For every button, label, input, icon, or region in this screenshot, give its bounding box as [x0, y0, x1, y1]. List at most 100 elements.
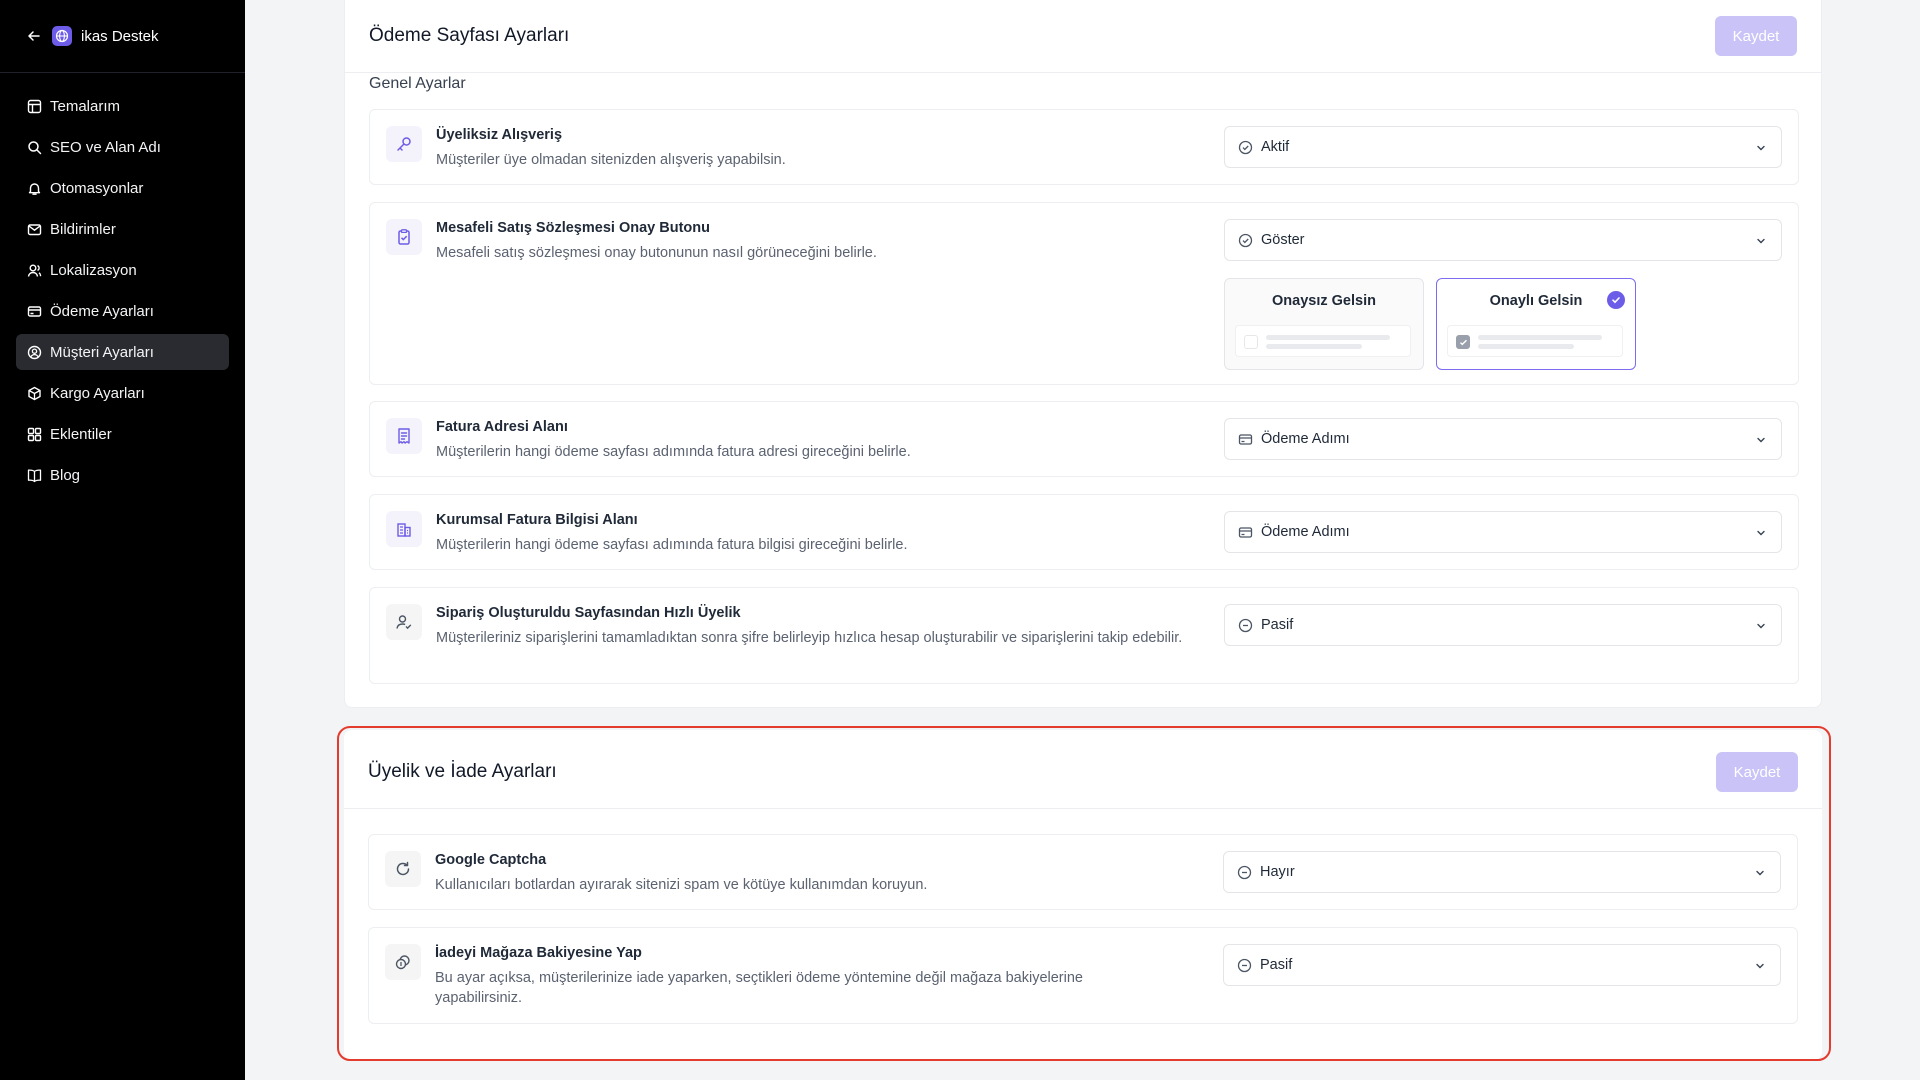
setting-description: Kullanıcıları botlardan ayırarak siteniz… — [435, 877, 928, 893]
save-button[interactable]: Kaydet — [1716, 752, 1798, 792]
sidebar-item-shipping-settings[interactable]: Kargo Ayarları — [16, 375, 229, 411]
setting-row-google-captcha: Google Captcha Kullanıcıları botlardan a… — [368, 834, 1798, 910]
sidebar-item-payment-settings[interactable]: Ödeme Ayarları — [16, 293, 229, 329]
setting-title: Fatura Adresi Alanı — [436, 419, 568, 435]
bell-icon — [26, 180, 42, 196]
setting-description: Müşteriler üye olmadan sitenizden alışve… — [436, 152, 786, 168]
section-label: Genel Ayarlar — [369, 75, 466, 92]
user-check-icon — [386, 604, 422, 640]
option-label: Onaylı Gelsin — [1489, 293, 1583, 309]
chevron-down-icon — [1753, 525, 1769, 541]
setting-row-billing-address: Fatura Adresi Alanı Müşterilerin hangi ö… — [369, 401, 1799, 477]
chevron-down-icon — [1753, 432, 1769, 448]
users-icon — [26, 262, 42, 278]
setting-title: Üyeliksiz Alışveriş — [436, 127, 563, 143]
sidebar: ikas Destek Temalarım SEO ve Alan Adı Ot… — [0, 0, 245, 1080]
setting-row-distance-sales-contract: Mesafeli Satış Sözleşmesi Onay Butonu Me… — [369, 202, 1799, 385]
membership-refund-card: Üyelik ve İade Ayarları Kaydet Google Ca… — [344, 730, 1822, 1060]
card-divider — [345, 72, 1821, 73]
selected-check-icon — [1607, 291, 1625, 309]
preview-line — [1478, 344, 1574, 349]
sidebar-item-label: Eklentiler — [50, 425, 112, 443]
card-title: Ödeme Sayfası Ayarları — [369, 25, 570, 46]
store-name: ikas Destek — [81, 27, 159, 45]
setting-row-guest-checkout: Üyeliksiz Alışveriş Müşteriler üye olmad… — [369, 109, 1799, 185]
sidebar-item-blog[interactable]: Blog — [16, 457, 229, 493]
book-icon — [26, 467, 42, 483]
select-value: Hayır — [1260, 864, 1295, 880]
credit-card-icon — [1237, 431, 1253, 447]
setting-row-corporate-invoice: Kurumsal Fatura Bilgisi Alanı Müşteriler… — [369, 494, 1799, 570]
refresh-icon — [385, 851, 421, 887]
sidebar-item-themes[interactable]: Temalarım — [16, 88, 229, 124]
sidebar-item-label: SEO ve Alan Adı — [50, 138, 161, 156]
checkbox-preview — [1235, 325, 1411, 357]
checkbox-preview — [1447, 325, 1623, 357]
chevron-down-icon — [1752, 865, 1768, 881]
sidebar-item-label: Lokalizasyon — [50, 261, 137, 279]
setting-title: Sipariş Oluşturuldu Sayfasından Hızlı Üy… — [436, 605, 741, 621]
sidebar-nav: Temalarım SEO ve Alan Adı Otomasyonlar B… — [16, 88, 229, 498]
sidebar-item-customer-settings[interactable]: Müşteri Ayarları — [16, 334, 229, 370]
guest-checkout-select[interactable]: Aktif — [1224, 126, 1782, 168]
sidebar-item-label: Kargo Ayarları — [50, 384, 145, 402]
preview-line — [1266, 344, 1362, 349]
preview-line — [1266, 335, 1390, 340]
receipt-icon — [386, 418, 422, 454]
setting-description: Bu ayar açıksa, müşterilerinize iade yap… — [435, 970, 1083, 1006]
corporate-invoice-step-select[interactable]: Ödeme Adımı — [1224, 511, 1782, 553]
sidebar-item-seo[interactable]: SEO ve Alan Adı — [16, 129, 229, 165]
user-circle-icon — [26, 344, 42, 360]
chevron-down-icon — [1753, 618, 1769, 634]
minus-circle-icon — [1237, 617, 1253, 633]
billing-address-step-select[interactable]: Ödeme Adımı — [1224, 418, 1782, 460]
save-button[interactable]: Kaydet — [1715, 16, 1797, 56]
layout-icon — [26, 98, 42, 114]
refund-store-credit-select[interactable]: Pasif — [1223, 944, 1781, 986]
setting-title: Google Captcha — [435, 852, 547, 868]
credit-card-icon — [1237, 524, 1253, 540]
google-captcha-select[interactable]: Hayır — [1223, 851, 1781, 893]
select-value: Pasif — [1261, 617, 1294, 633]
select-value: Göster — [1261, 232, 1305, 248]
grid-icon — [26, 426, 42, 442]
sidebar-item-label: Otomasyonlar — [50, 179, 144, 197]
option-approved[interactable]: Onaylı Gelsin — [1436, 278, 1636, 370]
quick-membership-select[interactable]: Pasif — [1224, 604, 1782, 646]
option-label: Onaysız Gelsin — [1272, 293, 1376, 309]
chevron-down-icon — [1753, 233, 1769, 249]
option-unapproved[interactable]: Onaysız Gelsin — [1224, 278, 1424, 370]
chevron-down-icon — [1753, 140, 1769, 156]
setting-description: Müşterileriniz siparişlerini tamamladıkt… — [436, 630, 1183, 646]
setting-row-quick-membership: Sipariş Oluşturuldu Sayfasından Hızlı Üy… — [369, 587, 1799, 684]
unchecked-box-icon — [1244, 335, 1258, 349]
contract-button-select[interactable]: Göster — [1224, 219, 1782, 261]
sidebar-item-label: Müşteri Ayarları — [50, 343, 154, 361]
sidebar-item-notifications[interactable]: Bildirimler — [16, 211, 229, 247]
sidebar-item-label: Bildirimler — [50, 220, 116, 238]
globe-icon — [52, 26, 72, 46]
minus-circle-icon — [1236, 957, 1252, 973]
sidebar-item-extensions[interactable]: Eklentiler — [16, 416, 229, 452]
sidebar-item-localization[interactable]: Lokalizasyon — [16, 252, 229, 288]
select-value: Ödeme Adımı — [1261, 431, 1350, 447]
building-icon — [386, 511, 422, 547]
sidebar-item-automations[interactable]: Otomasyonlar — [16, 170, 229, 206]
setting-title: Kurumsal Fatura Bilgisi Alanı — [436, 512, 638, 528]
setting-row-refund-store-credit: İadeyi Mağaza Bakiyesine Yap Bu ayar açı… — [368, 927, 1798, 1024]
setting-description: Mesafeli satış sözleşmesi onay butonunun… — [436, 245, 877, 261]
clipboard-check-icon — [386, 219, 422, 255]
back-arrow-icon[interactable] — [26, 28, 42, 44]
select-value: Aktif — [1261, 139, 1290, 155]
chevron-down-icon — [1752, 958, 1768, 974]
card-title: Üyelik ve İade Ayarları — [368, 761, 557, 782]
sidebar-item-label: Blog — [50, 466, 81, 484]
search-icon — [26, 139, 42, 155]
mail-icon — [26, 221, 42, 237]
sidebar-header: ikas Destek — [26, 26, 159, 46]
setting-description: Müşterilerin hangi ödeme sayfası adımınd… — [436, 444, 911, 460]
minus-circle-icon — [1236, 864, 1252, 880]
sidebar-divider — [0, 72, 245, 73]
select-value: Ödeme Adımı — [1261, 524, 1350, 540]
check-circle-icon — [1237, 232, 1253, 248]
